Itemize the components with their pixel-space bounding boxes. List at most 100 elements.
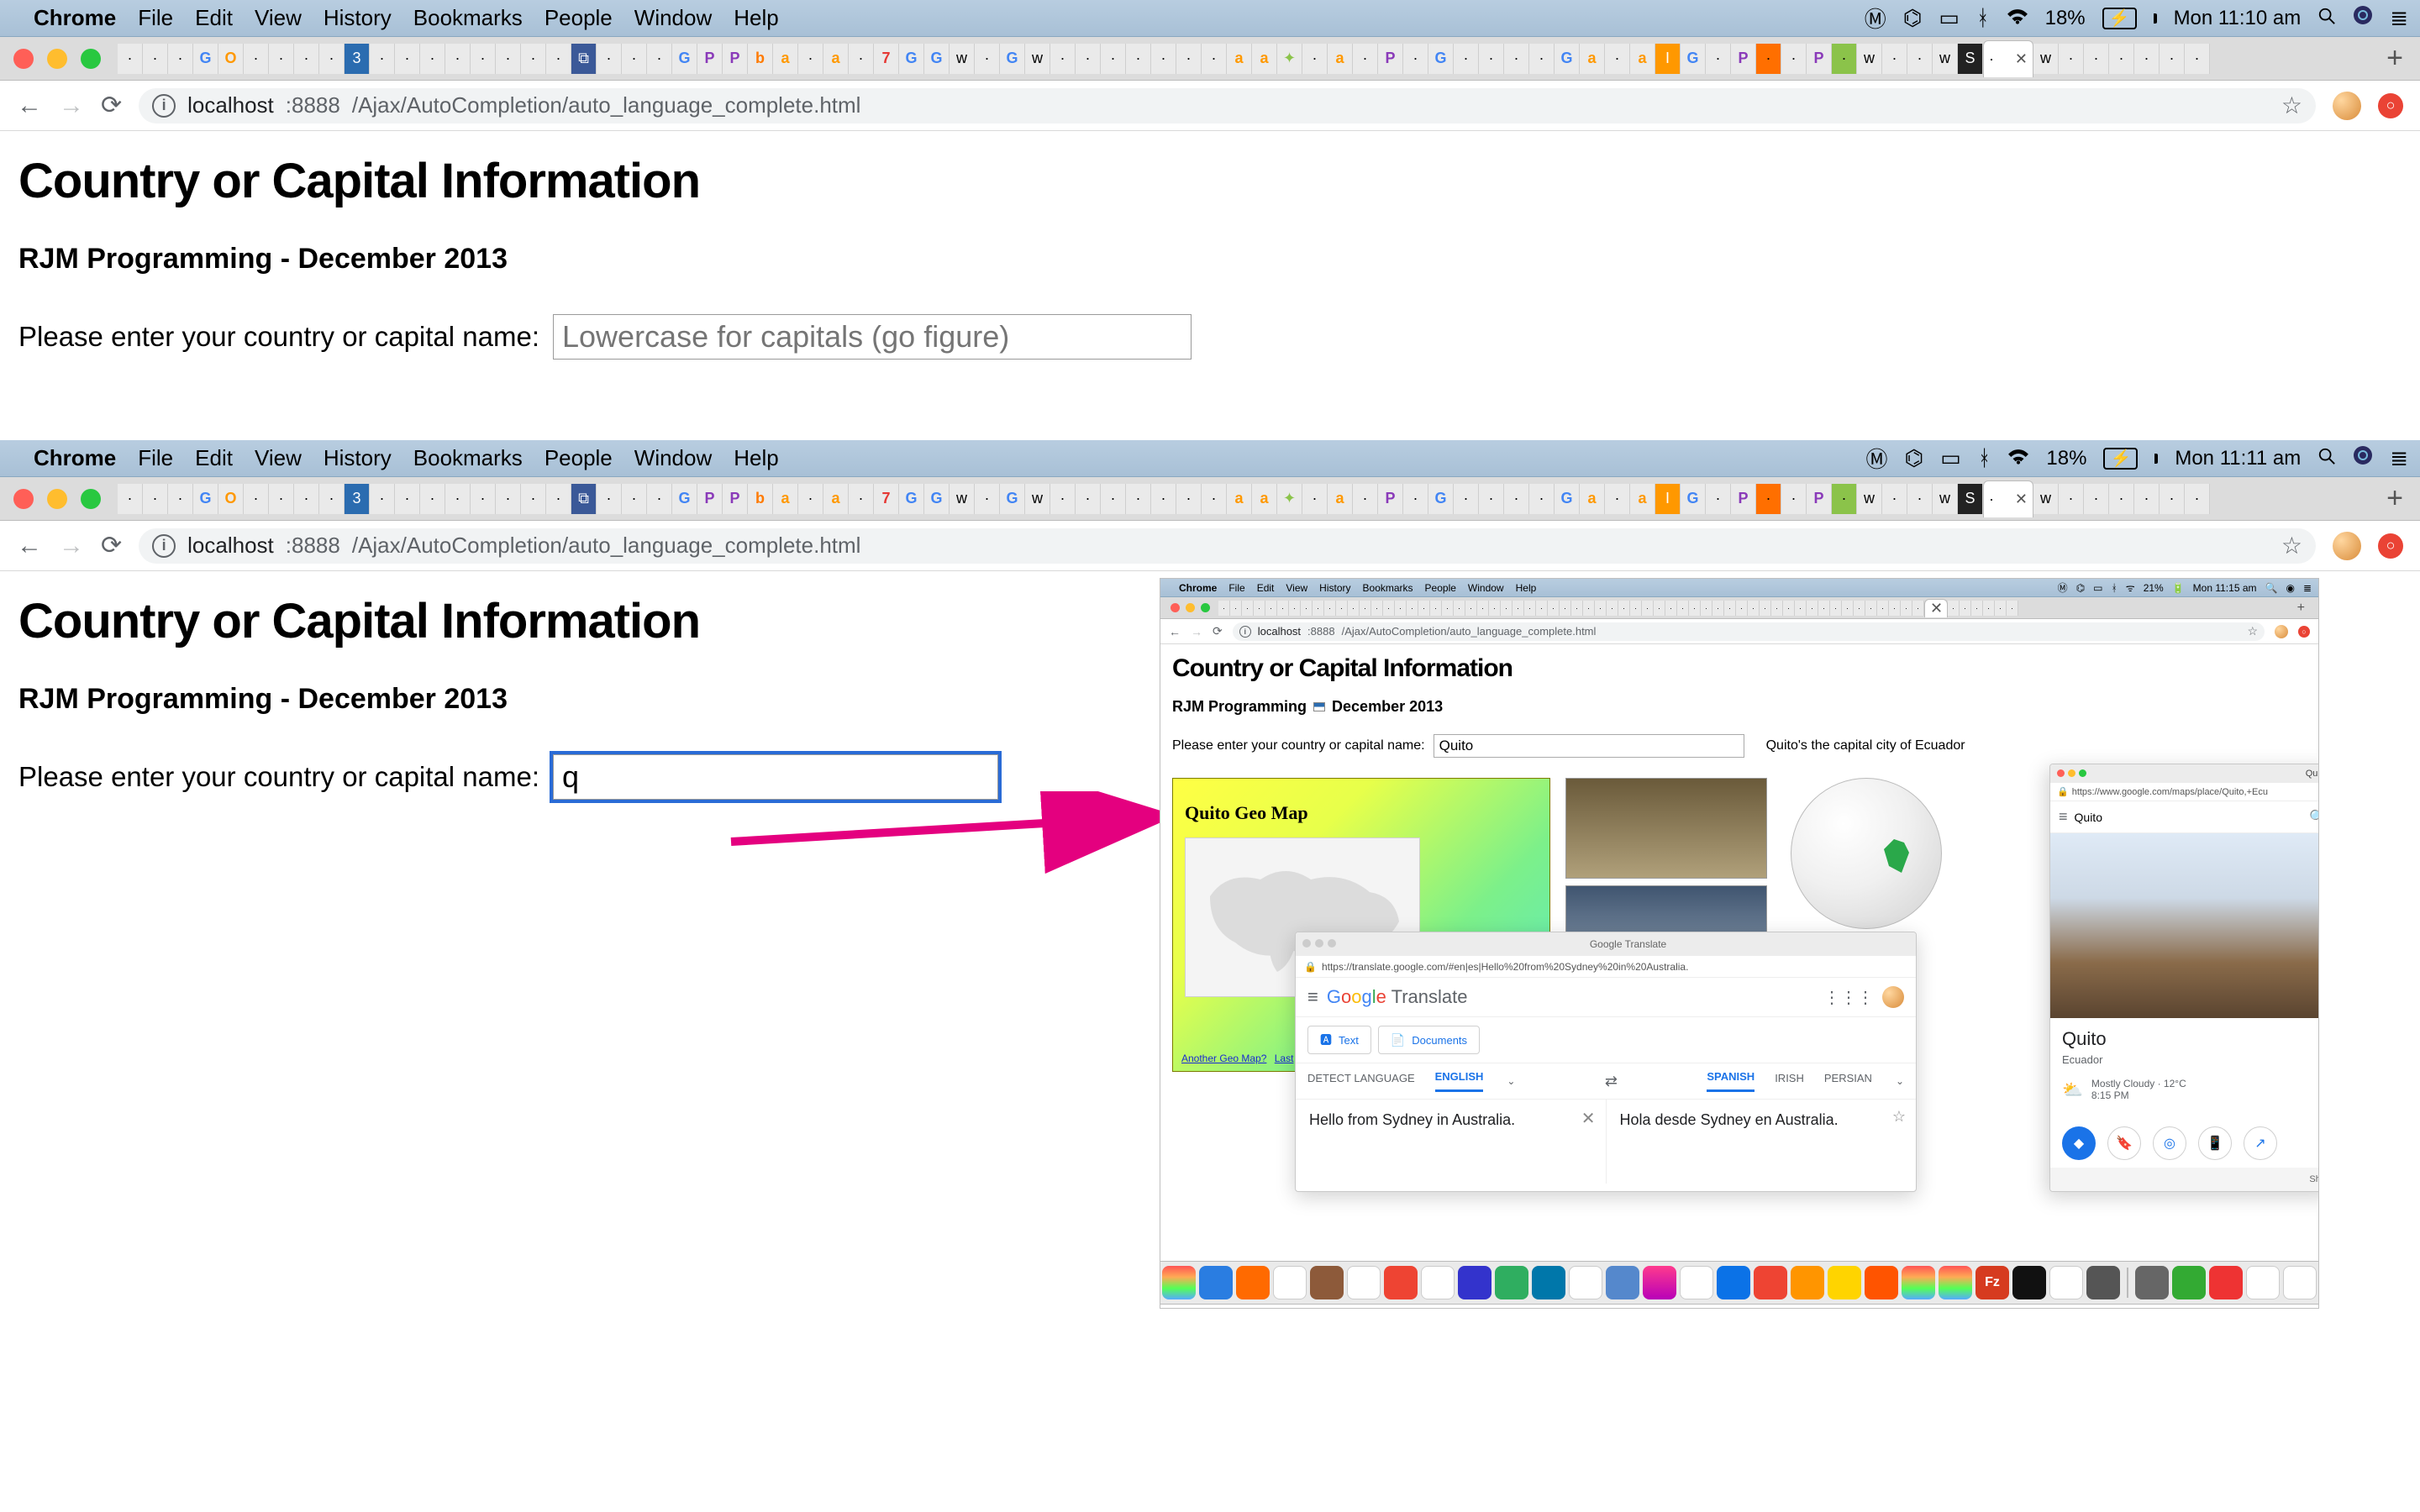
pinned-tab[interactable]: ·: [1665, 601, 1677, 616]
pinned-tab[interactable]: ·: [1560, 601, 1571, 616]
window-close-button[interactable]: [13, 489, 34, 509]
tab-close-icon[interactable]: ✕: [2015, 491, 2028, 508]
tray-bluetooth-icon[interactable]: ᚼ: [1978, 445, 1991, 471]
pinned-tab[interactable]: ·: [1383, 601, 1395, 616]
pinned-tab[interactable]: ·: [168, 44, 193, 74]
pinned-tab[interactable]: ⧉: [571, 484, 597, 514]
pinned-tab[interactable]: G: [924, 44, 950, 74]
pinned-tab[interactable]: ·: [1489, 601, 1501, 616]
address-bar[interactable]: i localhost:8888/Ajax/AutoCompletion/aut…: [1233, 622, 2265, 641]
pinned-tab[interactable]: ·: [1654, 601, 1665, 616]
chevron-down-icon[interactable]: ⌄: [1896, 1075, 1904, 1087]
pinned-tab[interactable]: O: [218, 484, 244, 514]
window-zoom-button[interactable]: [81, 489, 101, 509]
pinned-tab[interactable]: b: [748, 484, 773, 514]
gmaps-save-button[interactable]: 🔖: [2107, 1126, 2141, 1160]
pinned-tab[interactable]: ·: [1882, 484, 1907, 514]
pinned-tab[interactable]: S: [1958, 484, 1983, 514]
nav-reload-button[interactable]: ⟳: [101, 531, 122, 560]
menu-view[interactable]: View: [1286, 582, 1307, 594]
pinned-tab[interactable]: a: [1580, 484, 1605, 514]
pinned-tab[interactable]: ·: [1477, 601, 1489, 616]
pinned-tab[interactable]: w: [950, 44, 975, 74]
pinned-tab[interactable]: ·: [1832, 484, 1857, 514]
pinned-tab[interactable]: P: [1378, 484, 1403, 514]
pinned-tab[interactable]: ·: [1524, 601, 1536, 616]
dock-app-icon[interactable]: [1310, 1266, 1344, 1299]
dock-app-icon[interactable]: [2172, 1266, 2206, 1299]
tray-display-icon[interactable]: ▭: [1939, 5, 1960, 31]
pinned-tab[interactable]: ·: [496, 484, 521, 514]
dock-app-icon[interactable]: [2246, 1266, 2280, 1299]
pinned-tab[interactable]: ·: [1403, 484, 1428, 514]
pinned-tab[interactable]: ·: [647, 44, 672, 74]
country-capital-input[interactable]: [1434, 734, 1744, 758]
pinned-tab[interactable]: ·: [1454, 44, 1479, 74]
nav-reload-button[interactable]: ⟳: [101, 91, 122, 120]
menu-bookmarks[interactable]: Bookmarks: [413, 445, 523, 471]
pinned-tab[interactable]: ·: [622, 484, 647, 514]
pinned-tab[interactable]: ·: [798, 484, 823, 514]
window-zoom-button[interactable]: [1201, 603, 1210, 612]
pinned-tab[interactable]: ·: [1353, 484, 1378, 514]
pinned-tab[interactable]: ·: [1830, 601, 1842, 616]
tray-clock[interactable]: Mon 11:15 am: [2193, 582, 2257, 594]
pinned-tab[interactable]: ·: [2134, 484, 2160, 514]
menu-bookmarks[interactable]: Bookmarks: [413, 5, 523, 31]
pinned-tab[interactable]: ·: [1882, 44, 1907, 74]
pinned-tab[interactable]: ✦: [1277, 484, 1302, 514]
pinned-tab[interactable]: 7: [874, 484, 899, 514]
menu-people[interactable]: People: [544, 445, 613, 471]
pinned-tab[interactable]: O: [218, 44, 244, 74]
tray-malware-icon[interactable]: Ⓜ: [1865, 3, 1886, 34]
tray-app-icon[interactable]: ⌬: [1905, 445, 1924, 471]
pinned-tab[interactable]: ·: [269, 484, 294, 514]
pinned-tab[interactable]: ·: [1677, 601, 1689, 616]
pinned-tab[interactable]: ·: [118, 484, 143, 514]
pinned-tab[interactable]: ·: [2185, 44, 2210, 74]
nav-reload-button[interactable]: ⟳: [1213, 624, 1223, 638]
pinned-tab[interactable]: ·: [521, 484, 546, 514]
gt-lang-spanish[interactable]: SPANISH: [1707, 1070, 1754, 1092]
pinned-tab[interactable]: ·: [1050, 484, 1076, 514]
tabs-overflow[interactable]: ········································…: [1218, 599, 2281, 617]
dock-app-icon[interactable]: [1902, 1266, 1935, 1299]
pinned-tab[interactable]: I: [1655, 484, 1681, 514]
pinned-tab[interactable]: ·: [1348, 601, 1360, 616]
pinned-tab[interactable]: ·: [1504, 484, 1529, 514]
pinned-tab[interactable]: ·: [1050, 44, 1076, 74]
site-info-icon[interactable]: i: [152, 94, 176, 118]
pinned-tab[interactable]: ·: [1126, 44, 1151, 74]
gmaps-url-bar[interactable]: 🔒 https://www.google.com/maps/place/Quit…: [2050, 783, 2319, 801]
swap-languages-icon[interactable]: ⇄: [1605, 1073, 1618, 1090]
pinned-tab[interactable]: w: [2033, 44, 2059, 74]
menu-edit[interactable]: Edit: [1257, 582, 1275, 594]
tray-malware-icon[interactable]: Ⓜ: [2058, 580, 2068, 595]
pinned-tab[interactable]: ·: [1529, 484, 1555, 514]
pinned-tab[interactable]: ·: [143, 44, 168, 74]
pinned-tab[interactable]: ·: [1218, 601, 1230, 616]
tray-battery-icon[interactable]: 🔋: [2172, 582, 2185, 594]
nav-back-button[interactable]: ←: [1169, 625, 1181, 638]
pinned-tab[interactable]: ·: [496, 44, 521, 74]
menu-window[interactable]: Window: [1468, 582, 1504, 594]
pinned-tab[interactable]: ·: [1712, 601, 1724, 616]
pinned-tab[interactable]: ·: [1907, 44, 1933, 74]
pinned-tab[interactable]: ·: [1302, 484, 1328, 514]
pinned-tab[interactable]: ·: [1403, 44, 1428, 74]
dock-app-icon[interactable]: [1791, 1266, 1824, 1299]
pinned-tab[interactable]: ⧉: [571, 44, 597, 74]
nav-back-button[interactable]: ←: [17, 532, 42, 560]
nav-forward-button[interactable]: →: [1191, 625, 1202, 638]
pinned-tab[interactable]: ·: [1151, 44, 1176, 74]
pinned-tab[interactable]: ·: [1101, 44, 1126, 74]
pinned-tab[interactable]: ·: [1865, 601, 1877, 616]
dock-app-icon[interactable]: [1347, 1266, 1381, 1299]
dock-app-icon[interactable]: [1865, 1266, 1898, 1299]
tray-bluetooth-icon[interactable]: ᚼ: [2112, 582, 2118, 594]
pinned-tab[interactable]: a: [773, 484, 798, 514]
pinned-tab[interactable]: ·: [294, 484, 319, 514]
macos-dock[interactable]: Fz: [1160, 1261, 2319, 1305]
tray-clock[interactable]: Mon 11:11 am: [2175, 447, 2301, 470]
pinned-tab[interactable]: w: [1025, 44, 1050, 74]
